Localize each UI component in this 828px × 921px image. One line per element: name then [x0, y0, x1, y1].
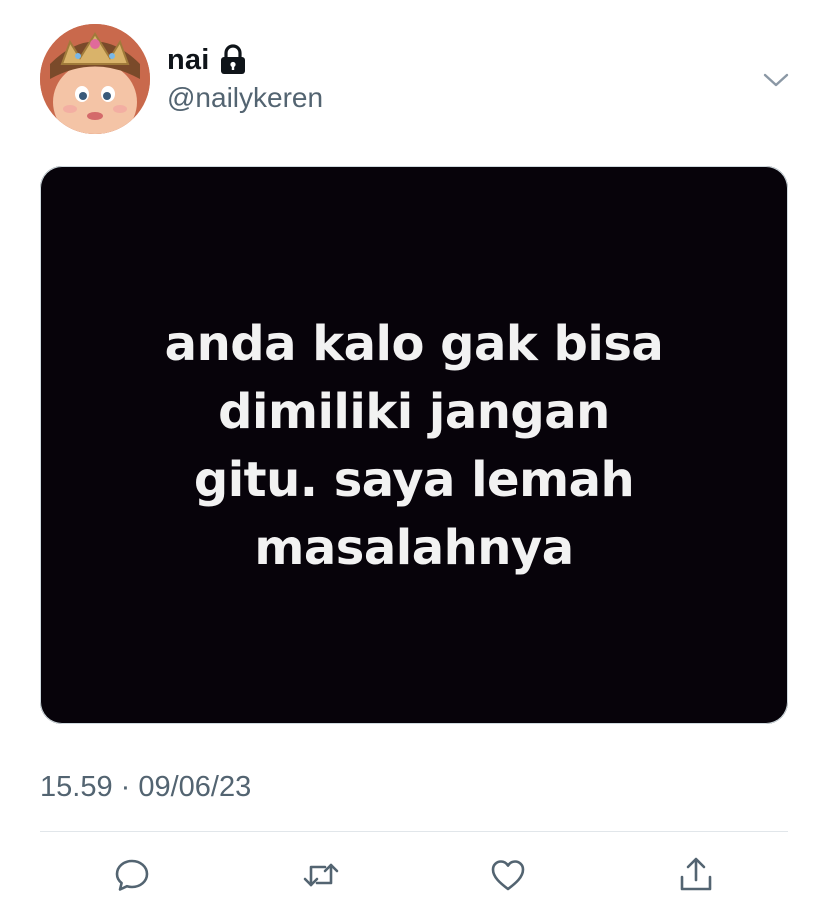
reply-button[interactable] — [109, 852, 155, 898]
display-name[interactable]: nai — [167, 44, 210, 77]
tweet-timestamp[interactable]: 15.59 · 09/06/23 — [40, 771, 251, 804]
avatar-princess-icon — [40, 24, 150, 134]
chevron-down-icon[interactable] — [760, 64, 792, 96]
author-handle[interactable]: @nailykeren — [167, 82, 323, 114]
share-button[interactable] — [673, 852, 719, 898]
media-line: gitu. saya lemah — [193, 452, 635, 508]
lock-icon — [219, 44, 247, 76]
retweet-button[interactable] — [298, 852, 344, 898]
divider — [40, 831, 788, 832]
like-button[interactable] — [485, 852, 531, 898]
author-name-row[interactable]: nai — [167, 40, 247, 80]
tweet: nai @nailykeren anda kalo gak bisa dimil… — [0, 0, 828, 921]
media-line: dimiliki jangan — [218, 384, 610, 440]
like-icon — [491, 860, 525, 891]
share-icon — [680, 857, 712, 891]
media-line: masalahnya — [254, 520, 574, 576]
avatar[interactable] — [40, 24, 150, 134]
retweet-icon — [303, 863, 339, 887]
media-caption: anda kalo gak bisa dimiliki jangan gitu.… — [40, 310, 788, 582]
reply-icon — [115, 859, 149, 891]
tweet-media-image[interactable]: anda kalo gak bisa dimiliki jangan gitu.… — [40, 166, 788, 724]
action-bar — [0, 852, 828, 900]
media-line: anda kalo gak bisa — [164, 316, 664, 372]
